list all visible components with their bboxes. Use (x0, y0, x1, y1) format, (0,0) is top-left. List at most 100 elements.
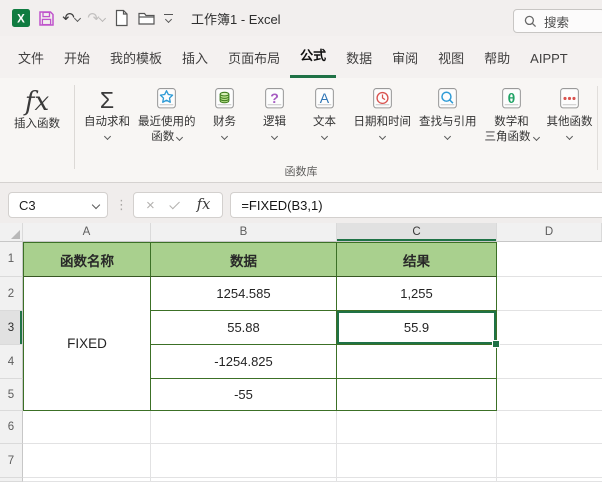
cell-a1[interactable]: 函数名称 (23, 242, 151, 277)
cell-c1[interactable]: 结果 (337, 242, 497, 277)
book-a-icon: A (313, 84, 336, 114)
ribbon-button-recently-used[interactable]: 最近使用的 函数 (134, 83, 200, 169)
search-box[interactable]: 搜索 (513, 9, 602, 33)
row-header-4[interactable]: 4 (0, 345, 23, 379)
tab-data[interactable]: 数据 (336, 45, 382, 78)
row-header-1[interactable]: 1 (0, 242, 23, 277)
search-icon (524, 15, 537, 27)
cell-b1[interactable]: 数据 (151, 242, 337, 277)
ribbon-button-autosum[interactable]: Σ 自动求和 (80, 83, 134, 169)
select-all-corner[interactable] (0, 223, 23, 242)
empty-cell[interactable] (151, 411, 337, 444)
svg-text:Σ: Σ (100, 87, 114, 112)
empty-cell[interactable] (23, 411, 151, 444)
empty-cell[interactable] (497, 444, 602, 478)
empty-cell[interactable] (497, 411, 602, 444)
tab-page-layout[interactable]: 页面布局 (218, 45, 290, 78)
cell-c4[interactable] (337, 345, 497, 379)
cell-b2[interactable]: 1254.585 (151, 277, 337, 311)
formula-input[interactable]: =FIXED(B3,1) (230, 192, 602, 218)
ribbon-button-label: 自动求和 (84, 116, 130, 128)
ribbon-button-math-trig[interactable]: θ 数学和 三角函数 (481, 83, 543, 169)
cell-b3[interactable]: 55.88 (151, 311, 337, 345)
cell-d3[interactable] (497, 311, 602, 345)
tab-aippt[interactable]: AIPPT (520, 45, 578, 78)
ribbon-button-financial[interactable]: 财务 (200, 83, 250, 169)
ribbon-button-date-time[interactable]: 日期和时间 (350, 83, 416, 169)
undo-button[interactable]: ↶ (60, 7, 82, 29)
new-file-icon (115, 9, 128, 27)
tab-formulas[interactable]: 公式 (290, 42, 337, 78)
chevron-down-icon (103, 132, 111, 140)
book-dots-icon (558, 84, 581, 114)
tab-file[interactable]: 文件 (8, 45, 54, 78)
tab-review[interactable]: 审阅 (382, 45, 428, 78)
col-header-c[interactable]: C (337, 223, 497, 242)
ribbon-button-label: 其他函数 (546, 116, 593, 128)
row-header-7[interactable]: 7 (0, 444, 23, 478)
confirm-entry-icon[interactable] (169, 198, 180, 209)
cell-c2[interactable]: 1,255 (337, 277, 497, 311)
chevron-down-icon (73, 14, 81, 22)
row-header-2[interactable]: 2 (0, 277, 23, 311)
cell-b4[interactable]: -1254.825 (151, 345, 337, 379)
ribbon-button-logical[interactable]: ? 逻辑 (250, 83, 300, 169)
col-header-b[interactable]: B (151, 223, 337, 242)
ribbon-button-text[interactable]: A 文本 (300, 83, 350, 169)
cell-d2[interactable] (497, 277, 602, 311)
cell-b5[interactable]: -55 (151, 379, 337, 411)
tab-home[interactable]: 开始 (54, 45, 100, 78)
cell-c5[interactable] (337, 379, 497, 411)
open-file-button[interactable] (135, 7, 157, 29)
formula-bar: C3 ⋮ × fx =FIXED(B3,1) (0, 183, 602, 228)
cell-d4[interactable] (497, 345, 602, 379)
book-theta-icon: θ (500, 84, 523, 114)
name-box-value: C3 (19, 197, 36, 213)
tab-my-templates[interactable]: 我的模板 (100, 45, 172, 78)
excel-window: X ↶ ↷ 工作簿1 - Excel 搜索 文件 开始 我的模板 插入 页面布局 公式 数据… (0, 0, 602, 482)
save-icon[interactable] (35, 7, 57, 29)
cell-d5[interactable] (497, 379, 602, 411)
empty-cell[interactable] (337, 444, 497, 478)
row-header-5[interactable]: 5 (0, 379, 23, 411)
empty-cell[interactable] (23, 444, 151, 478)
empty-cell[interactable] (337, 411, 497, 444)
svg-text:fx: fx (23, 87, 50, 117)
search-label: 搜索 (544, 15, 570, 30)
cancel-entry-icon[interactable]: × (146, 198, 155, 213)
ribbon-button-label: 日期和时间 (353, 116, 412, 128)
ribbon-group-label: 函数库 (284, 166, 318, 178)
col-header-a[interactable]: A (23, 223, 151, 242)
cell-c3-selected[interactable]: 55.9 (337, 311, 500, 348)
ribbon: fx 插入函数 Σ 自动求和 最近使用的 函数 财务? 逻辑 A 文本 日期和时间 查找与引用 θ 数学和… (0, 78, 602, 183)
tab-insert[interactable]: 插入 (172, 45, 218, 78)
ribbon-button-label: 查找与引用 (419, 116, 477, 128)
col-header-d[interactable]: D (497, 223, 602, 242)
empty-cell[interactable] (497, 478, 602, 482)
name-box[interactable]: C3 (8, 192, 108, 218)
cell-a2-merged[interactable]: FIXED (23, 277, 151, 411)
chevron-down-icon (164, 15, 173, 24)
empty-cell[interactable] (151, 478, 337, 482)
book-star-icon (155, 84, 178, 114)
new-file-button[interactable] (110, 7, 132, 29)
empty-cell[interactable] (23, 478, 151, 482)
redo-button[interactable]: ↷ (85, 7, 107, 29)
ribbon-button-more-functions[interactable]: 其他函数 (543, 83, 597, 169)
empty-cell[interactable] (151, 444, 337, 478)
empty-cell[interactable] (337, 478, 497, 482)
ribbon-button-lookup-reference[interactable]: 查找与引用 (415, 83, 481, 169)
chevron-down-icon (532, 133, 540, 141)
row-header-6[interactable]: 6 (0, 411, 23, 444)
spreadsheet-grid: A B C D 1 函数名称 数据 结果 2 FIXED 1254.585 1,… (0, 223, 602, 482)
ribbon-button-insert-function[interactable]: fx 插入函数 (4, 83, 70, 169)
quick-access-overflow-button[interactable] (164, 14, 173, 24)
tab-view[interactable]: 视图 (428, 45, 474, 78)
chevron-down-icon (91, 200, 101, 210)
cell-d1[interactable] (497, 242, 602, 277)
book-coins-icon (213, 84, 236, 114)
tab-help[interactable]: 帮助 (474, 45, 520, 78)
insert-function-icon[interactable]: fx (197, 197, 211, 213)
row-header-3[interactable]: 3 (0, 311, 23, 345)
row-header-8-partial[interactable] (0, 478, 23, 482)
